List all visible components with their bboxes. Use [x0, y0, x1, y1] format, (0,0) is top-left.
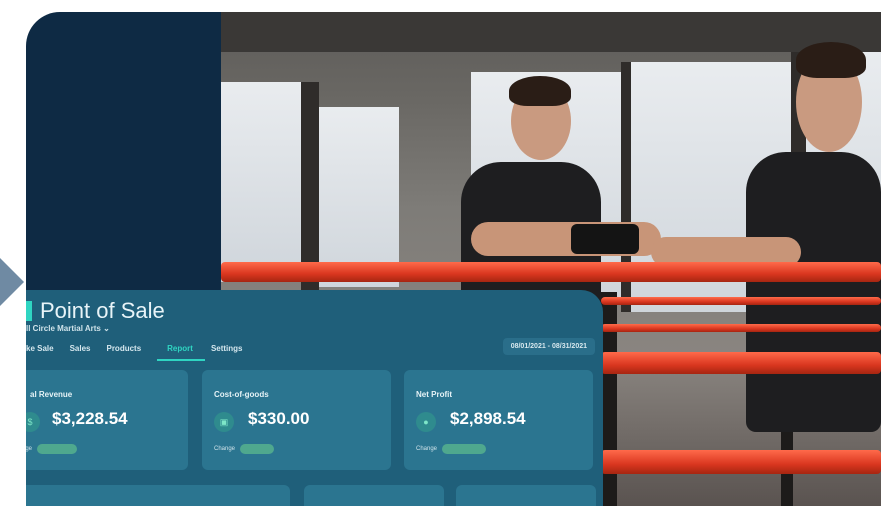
page-title-text: Point of Sale [40, 298, 165, 323]
ring-rope [601, 352, 881, 374]
metric-change-label: Change [214, 446, 236, 452]
dashboard-panel [26, 485, 290, 506]
metric-change-label: Change [416, 446, 438, 452]
main-nav: ke Sale Sales Products Report Settings [26, 342, 259, 361]
photo-window [319, 107, 399, 287]
metric-change-label: nge [26, 446, 33, 452]
location-selector[interactable]: ll Circle Martial Arts ⌄ [26, 324, 110, 333]
pos-dashboard: Point of Sale ll Circle Martial Arts ⌄ k… [26, 290, 603, 506]
metric-change: Change [214, 444, 275, 454]
metric-change: Change [416, 444, 487, 454]
tab-make-sale[interactable]: ke Sale [26, 342, 64, 361]
metric-card-revenue: al Revenue $ $3,228.54 nge [26, 370, 188, 470]
location-name: ll Circle Martial Arts [26, 324, 101, 333]
photo-person-hair [796, 42, 866, 78]
pointer-arrow-icon [0, 258, 24, 306]
tab-settings[interactable]: Settings [211, 342, 253, 361]
ring-rope [601, 297, 881, 305]
photo-person [746, 152, 881, 432]
metric-label: Net Profit [416, 390, 452, 399]
tab-report[interactable]: Report [157, 342, 205, 361]
dashboard-panel [304, 485, 444, 506]
metric-value: $330.00 [248, 409, 310, 428]
profit-icon: ● [416, 412, 436, 432]
photo-person-hair [509, 76, 571, 106]
metric-label: Cost-of-goods [214, 390, 269, 399]
tab-products[interactable]: Products [106, 342, 151, 361]
change-pill [442, 444, 487, 454]
photo-ceiling [221, 12, 881, 52]
dashboard-panel [456, 485, 596, 506]
tab-sales[interactable]: Sales [70, 342, 101, 361]
hand-wrap [571, 224, 639, 254]
metric-value: $3,228.54 [52, 409, 128, 428]
ring-rope [601, 324, 881, 332]
change-pill [37, 444, 78, 454]
metric-card-net-profit: Net Profit ● $2,898.54 Change [404, 370, 593, 470]
revenue-icon: $ [26, 412, 40, 432]
logo-icon [26, 301, 32, 321]
ring-rope [221, 262, 881, 282]
metric-card-cost-of-goods: Cost-of-goods ▣ $330.00 Change [202, 370, 391, 470]
chevron-down-icon: ⌄ [103, 324, 110, 333]
metric-change: nge [26, 444, 78, 454]
change-pill [240, 444, 275, 454]
box-icon: ▣ [214, 412, 234, 432]
date-range-picker[interactable]: 08/01/2021 - 08/31/2021 [502, 338, 595, 355]
photo-window [221, 82, 301, 282]
metric-value: $2,898.54 [450, 409, 526, 428]
ring-rope [601, 450, 881, 474]
page-title: Point of Sale [26, 298, 165, 324]
metric-label: al Revenue [30, 390, 73, 399]
